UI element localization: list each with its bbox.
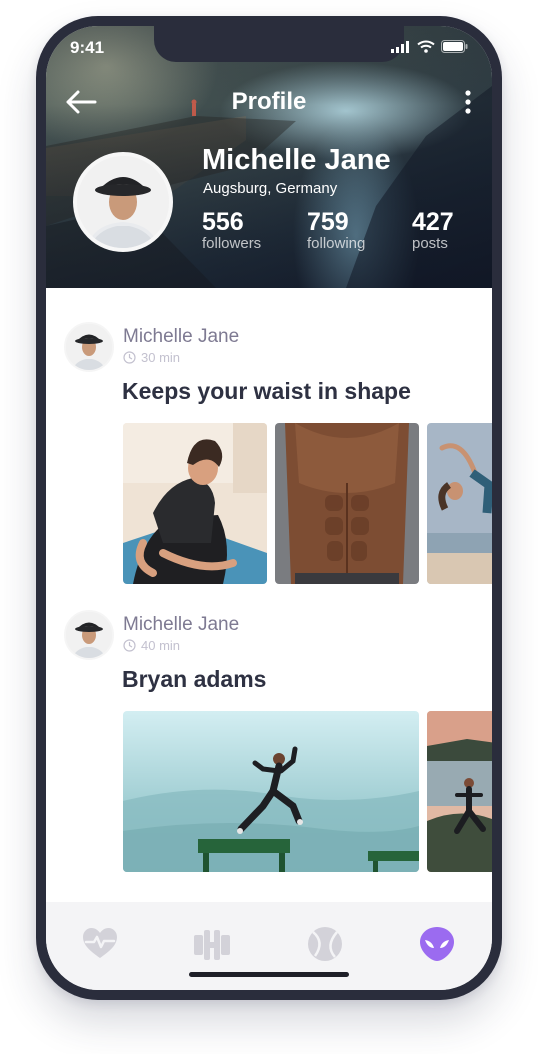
- post-time: 30 min: [123, 350, 180, 365]
- stat-followers-label: followers: [202, 235, 262, 252]
- phone-frame: 9:41 Profile Michelle Jane Augsburg, Ger…: [36, 16, 502, 1000]
- stat-followers[interactable]: 556 followers: [202, 208, 261, 252]
- stat-posts-value: 427: [412, 208, 454, 236]
- woman-yoga-seaside-image: [427, 711, 492, 872]
- post-time: 40 min: [123, 638, 180, 653]
- woman-on-yoga-mat-photo[interactable]: [123, 423, 267, 584]
- heart-pulse-icon: [83, 928, 117, 958]
- woman-on-yoga-mat-image: [123, 423, 267, 584]
- stat-following[interactable]: 759 following: [307, 208, 365, 252]
- post-author-name[interactable]: Michelle Jane: [123, 614, 239, 636]
- post-title: Keeps your waist in shape: [122, 378, 411, 404]
- clock-icon: [123, 639, 136, 652]
- stat-posts[interactable]: 427 posts: [412, 208, 454, 252]
- screen: 9:41 Profile Michelle Jane Augsburg, Ger…: [46, 26, 492, 990]
- tennis-ball-icon: [308, 927, 342, 961]
- avatar-photo: [66, 612, 112, 658]
- nav-item-sports[interactable]: [305, 924, 345, 964]
- alien-icon: [420, 927, 454, 961]
- top-bar: Profile: [46, 84, 492, 120]
- status-time: 9:41: [70, 38, 105, 57]
- notch: [154, 26, 404, 62]
- stat-following-value: 759: [307, 208, 349, 236]
- wifi-icon: [417, 40, 435, 53]
- post-title: Bryan adams: [122, 666, 267, 692]
- status-icons: [391, 40, 468, 53]
- profile-avatar[interactable]: [73, 152, 173, 252]
- clock-icon: [123, 351, 136, 364]
- abs-torso-photo[interactable]: [275, 423, 419, 584]
- man-jumping-benches-photo[interactable]: [123, 711, 419, 872]
- post-time-text: 30 min: [141, 350, 181, 365]
- stat-following-label: following: [307, 235, 366, 252]
- post-time-text: 40 min: [141, 638, 181, 653]
- home-indicator[interactable]: [189, 972, 349, 977]
- battery-icon: [441, 40, 468, 53]
- feed[interactable]: Michelle Jane 30 min Keeps your waist in…: [46, 288, 492, 902]
- avatar-photo: [77, 156, 169, 248]
- page-title: Profile: [231, 88, 307, 115]
- dumbbell-icon: [194, 930, 230, 960]
- woman-yoga-seaside-photo[interactable]: [427, 711, 492, 872]
- stat-posts-label: posts: [412, 235, 448, 252]
- man-jumping-benches-image: [123, 711, 419, 872]
- profile-name: Michelle Jane: [202, 144, 391, 176]
- post-author-avatar[interactable]: [64, 322, 114, 372]
- more-options-button[interactable]: [458, 88, 478, 116]
- woman-stretching-beach-photo[interactable]: [427, 423, 492, 584]
- nav-item-profile[interactable]: [417, 924, 457, 964]
- post-author-name[interactable]: Michelle Jane: [123, 326, 239, 348]
- nav-item-health[interactable]: [80, 924, 120, 964]
- woman-stretching-beach-image: [427, 423, 492, 584]
- stat-followers-value: 556: [202, 208, 244, 236]
- abs-torso-image: [275, 423, 419, 584]
- post-author-avatar[interactable]: [64, 610, 114, 660]
- more-vertical-icon: [465, 90, 471, 114]
- avatar-photo: [66, 324, 112, 370]
- signal-icon: [391, 41, 409, 53]
- profile-location: Augsburg, Germany: [203, 180, 338, 197]
- nav-item-workouts[interactable]: [192, 924, 232, 964]
